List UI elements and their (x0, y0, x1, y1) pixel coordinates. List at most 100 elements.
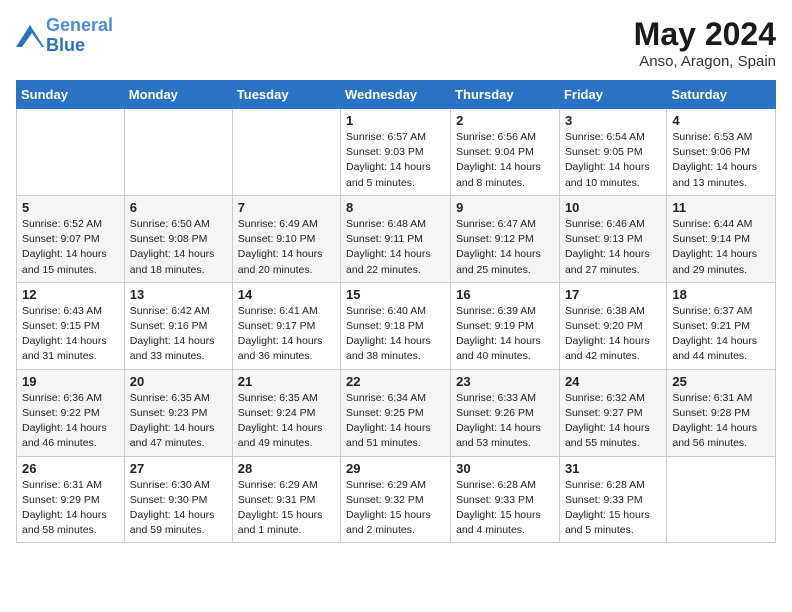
day-number: 2 (456, 113, 554, 128)
day-number: 8 (346, 200, 445, 215)
calendar-cell: 24 Sunrise: 6:32 AMSunset: 9:27 PMDayligh… (559, 369, 666, 456)
day-info: Sunrise: 6:52 AMSunset: 9:07 PMDaylight:… (22, 217, 119, 278)
day-info: Sunrise: 6:48 AMSunset: 9:11 PMDaylight:… (346, 217, 445, 278)
day-info: Sunrise: 6:56 AMSunset: 9:04 PMDaylight:… (456, 130, 554, 191)
day-info: Sunrise: 6:28 AMSunset: 9:33 PMDaylight:… (565, 478, 661, 539)
calendar-cell: 13Sunrise: 6:42 AMSunset: 9:16 PMDayligh… (124, 282, 232, 369)
calendar-cell: 18 Sunrise: 6:37 AMSunset: 9:21 PMDayligh… (667, 282, 776, 369)
day-of-week-header: Friday (559, 81, 666, 109)
day-number: 3 (565, 113, 661, 128)
day-info: Sunrise: 6:39 AMSunset: 9:19 PMDaylight:… (456, 304, 554, 365)
day-info: Sunrise: 6:38 AMSunset: 9:20 PMDaylight:… (565, 304, 661, 365)
day-number: 12 (22, 287, 119, 302)
day-info: Sunrise: 6:35 AMSunset: 9:23 PMDaylight:… (130, 391, 227, 452)
day-info: Sunrise: 6:36 AMSunset: 9:22 PMDaylight:… (22, 391, 119, 452)
day-info: Sunrise: 6:28 AMSunset: 9:33 PMDaylight:… (456, 478, 554, 539)
calendar-cell: 26 Sunrise: 6:31 AMSunset: 9:29 PMDayligh… (17, 456, 125, 543)
day-info: Sunrise: 6:43 AMSunset: 9:15 PMDaylight:… (22, 304, 119, 365)
calendar-cell (667, 456, 776, 543)
day-of-week-header: Monday (124, 81, 232, 109)
day-of-week-header: Thursday (451, 81, 560, 109)
day-info: Sunrise: 6:30 AMSunset: 9:30 PMDaylight:… (130, 478, 227, 539)
day-info: Sunrise: 6:31 AMSunset: 9:28 PMDaylight:… (672, 391, 770, 452)
day-info: Sunrise: 6:44 AMSunset: 9:14 PMDaylight:… (672, 217, 770, 278)
location: Anso, Aragon, Spain (634, 53, 776, 70)
day-number: 23 (456, 374, 554, 389)
calendar-cell: 14Sunrise: 6:41 AMSunset: 9:17 PMDayligh… (232, 282, 340, 369)
calendar-cell: 27 Sunrise: 6:30 AMSunset: 9:30 PMDayligh… (124, 456, 232, 543)
day-of-week-header: Saturday (667, 81, 776, 109)
day-number: 21 (238, 374, 335, 389)
calendar-cell: 17 Sunrise: 6:38 AMSunset: 9:20 PMDayligh… (559, 282, 666, 369)
calendar-cell: 23 Sunrise: 6:33 AMSunset: 9:26 PMDayligh… (451, 369, 560, 456)
day-info: Sunrise: 6:41 AMSunset: 9:17 PMDaylight:… (238, 304, 335, 365)
day-number: 26 (22, 461, 119, 476)
day-number: 4 (672, 113, 770, 128)
calendar-cell: 4 Sunrise: 6:53 AMSunset: 9:06 PMDaylight… (667, 109, 776, 196)
day-number: 20 (130, 374, 227, 389)
day-number: 17 (565, 287, 661, 302)
calendar-cell: 30 Sunrise: 6:28 AMSunset: 9:33 PMDayligh… (451, 456, 560, 543)
day-number: 29 (346, 461, 445, 476)
day-number: 16 (456, 287, 554, 302)
day-info: Sunrise: 6:49 AMSunset: 9:10 PMDaylight:… (238, 217, 335, 278)
day-of-week-header: Tuesday (232, 81, 340, 109)
logo-icon (16, 25, 44, 47)
day-info: Sunrise: 6:34 AMSunset: 9:25 PMDaylight:… (346, 391, 445, 452)
day-number: 28 (238, 461, 335, 476)
day-info: Sunrise: 6:29 AMSunset: 9:31 PMDaylight:… (238, 478, 335, 539)
calendar-cell: 12 Sunrise: 6:43 AMSunset: 9:15 PMDayligh… (17, 282, 125, 369)
calendar-cell: 2 Sunrise: 6:56 AMSunset: 9:04 PMDaylight… (451, 109, 560, 196)
calendar-cell: 16 Sunrise: 6:39 AMSunset: 9:19 PMDayligh… (451, 282, 560, 369)
day-of-week-header: Sunday (17, 81, 125, 109)
calendar-cell: 31 Sunrise: 6:28 AMSunset: 9:33 PMDayligh… (559, 456, 666, 543)
day-info: Sunrise: 6:29 AMSunset: 9:32 PMDaylight:… (346, 478, 445, 539)
day-number: 11 (672, 200, 770, 215)
calendar-cell: 5 Sunrise: 6:52 AMSunset: 9:07 PMDaylight… (17, 195, 125, 282)
day-number: 1 (346, 113, 445, 128)
day-number: 30 (456, 461, 554, 476)
day-info: Sunrise: 6:54 AMSunset: 9:05 PMDaylight:… (565, 130, 661, 191)
day-number: 6 (130, 200, 227, 215)
day-info: Sunrise: 6:31 AMSunset: 9:29 PMDaylight:… (22, 478, 119, 539)
calendar-table: SundayMondayTuesdayWednesdayThursdayFrid… (16, 80, 776, 543)
day-info: Sunrise: 6:40 AMSunset: 9:18 PMDaylight:… (346, 304, 445, 365)
day-number: 19 (22, 374, 119, 389)
day-info: Sunrise: 6:35 AMSunset: 9:24 PMDaylight:… (238, 391, 335, 452)
day-number: 25 (672, 374, 770, 389)
day-number: 5 (22, 200, 119, 215)
calendar-cell: 28 Sunrise: 6:29 AMSunset: 9:31 PMDayligh… (232, 456, 340, 543)
calendar-cell: 10Sunrise: 6:46 AMSunset: 9:13 PMDayligh… (559, 195, 666, 282)
day-info: Sunrise: 6:37 AMSunset: 9:21 PMDaylight:… (672, 304, 770, 365)
logo-text: General Blue (46, 16, 113, 56)
calendar-cell: 29 Sunrise: 6:29 AMSunset: 9:32 PMDayligh… (341, 456, 451, 543)
title-block: May 2024 Anso, Aragon, Spain (634, 16, 776, 70)
calendar-cell (124, 109, 232, 196)
calendar-cell: 3 Sunrise: 6:54 AMSunset: 9:05 PMDaylight… (559, 109, 666, 196)
day-info: Sunrise: 6:32 AMSunset: 9:27 PMDaylight:… (565, 391, 661, 452)
day-number: 31 (565, 461, 661, 476)
calendar-cell: 1 Sunrise: 6:57 AMSunset: 9:03 PMDaylight… (341, 109, 451, 196)
calendar-cell: 6 Sunrise: 6:50 AMSunset: 9:08 PMDaylight… (124, 195, 232, 282)
calendar-cell: 21 Sunrise: 6:35 AMSunset: 9:24 PMDayligh… (232, 369, 340, 456)
day-info: Sunrise: 6:57 AMSunset: 9:03 PMDaylight:… (346, 130, 445, 191)
page-header: General Blue May 2024 Anso, Aragon, Spai… (16, 16, 776, 70)
day-info: Sunrise: 6:33 AMSunset: 9:26 PMDaylight:… (456, 391, 554, 452)
month-title: May 2024 (634, 16, 776, 53)
day-number: 9 (456, 200, 554, 215)
calendar-cell: 7Sunrise: 6:49 AMSunset: 9:10 PMDaylight… (232, 195, 340, 282)
calendar-cell: 11 Sunrise: 6:44 AMSunset: 9:14 PMDayligh… (667, 195, 776, 282)
day-number: 18 (672, 287, 770, 302)
calendar-cell: 19 Sunrise: 6:36 AMSunset: 9:22 PMDayligh… (17, 369, 125, 456)
day-number: 24 (565, 374, 661, 389)
calendar-cell: 15Sunrise: 6:40 AMSunset: 9:18 PMDayligh… (341, 282, 451, 369)
calendar-cell: 25 Sunrise: 6:31 AMSunset: 9:28 PMDayligh… (667, 369, 776, 456)
calendar-cell: 20 Sunrise: 6:35 AMSunset: 9:23 PMDayligh… (124, 369, 232, 456)
calendar-cell (17, 109, 125, 196)
calendar-cell: 22Sunrise: 6:34 AMSunset: 9:25 PMDayligh… (341, 369, 451, 456)
day-info: Sunrise: 6:53 AMSunset: 9:06 PMDaylight:… (672, 130, 770, 191)
day-number: 27 (130, 461, 227, 476)
day-of-week-header: Wednesday (341, 81, 451, 109)
day-info: Sunrise: 6:50 AMSunset: 9:08 PMDaylight:… (130, 217, 227, 278)
day-info: Sunrise: 6:46 AMSunset: 9:13 PMDaylight:… (565, 217, 661, 278)
